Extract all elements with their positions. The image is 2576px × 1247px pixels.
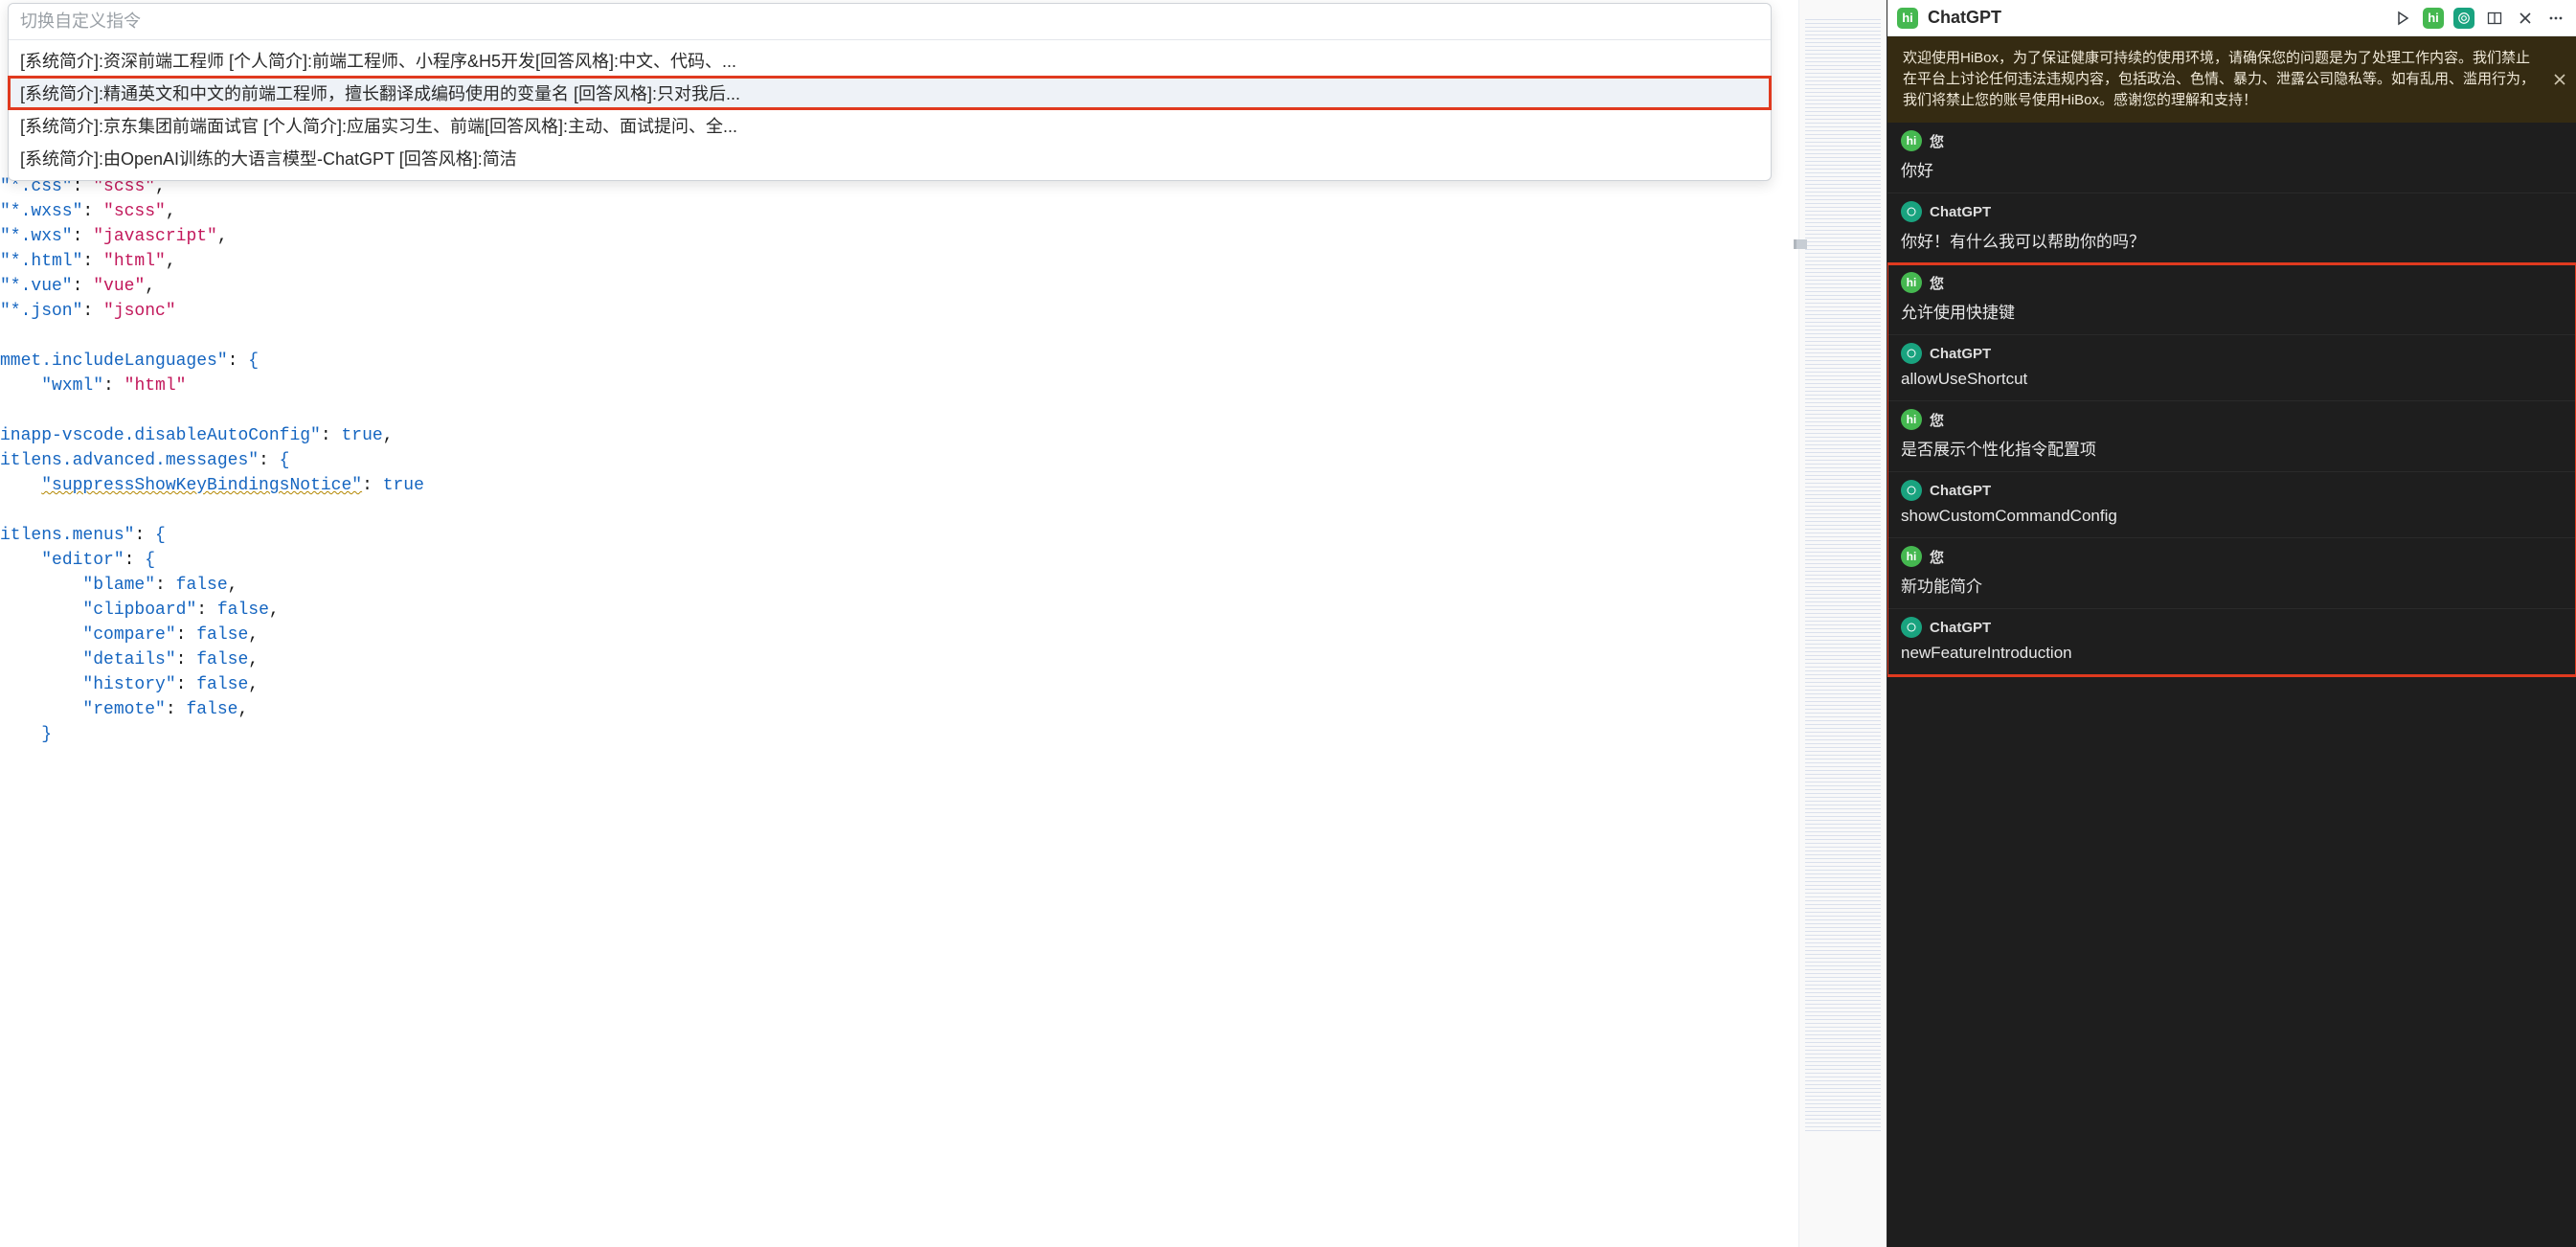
- message-header: hi 您: [1901, 546, 2563, 567]
- user-message: hi 您新功能简介: [1887, 538, 2576, 609]
- code-line: [0, 398, 1798, 423]
- code-line: [0, 324, 1798, 349]
- code-line: "wxml": "html": [0, 374, 1798, 398]
- code-content: "*.css": "scss","*.wxss": "scss","*.wxs"…: [0, 174, 1798, 747]
- user-message: hi 您是否展示个性化指令配置项: [1887, 401, 2576, 472]
- user-message: hi 您你好: [1887, 123, 2576, 193]
- message-header: hi 您: [1901, 409, 2563, 430]
- code-line: "blame": false,: [0, 573, 1798, 598]
- user-avatar-icon: hi: [1901, 130, 1922, 151]
- code-line: "suppressShowKeyBindingsNotice": true: [0, 473, 1798, 498]
- message-sender: 您: [1930, 410, 1944, 430]
- code-line: "editor": {: [0, 548, 1798, 573]
- chat-message-list[interactable]: hi您你好ChatGPT你好！有什么我可以帮助你的吗？hi您允许使用快捷键Cha…: [1887, 123, 2576, 1247]
- gpt-message: ChatGPT 你好！有什么我可以帮助你的吗？: [1887, 193, 2576, 264]
- hibox-badge-text: hi: [2428, 11, 2439, 25]
- dropdown-item[interactable]: [系统简介]:由OpenAI训练的大语言模型-ChatGPT [回答风格]:简洁: [9, 142, 1771, 174]
- user-message: hi 您允许使用快捷键: [1887, 264, 2576, 335]
- more-icon[interactable]: [2545, 8, 2566, 29]
- dropdown-item[interactable]: [系统简介]:精通英文和中文的前端工程师，擅长翻译成编码使用的变量名 [回答风格…: [9, 77, 1771, 109]
- message-body: 你好！有什么我可以帮助你的吗？: [1901, 228, 2563, 252]
- gpt-avatar-icon: [1901, 480, 1922, 501]
- message-header: hi 您: [1901, 130, 2563, 151]
- message-header: ChatGPT: [1901, 343, 2563, 364]
- message-header: ChatGPT: [1901, 617, 2563, 638]
- user-avatar-icon: hi: [1901, 409, 1922, 430]
- dropdown-item[interactable]: [系统简介]:资深前端工程师 [个人简介]:前端工程师、小程序&H5开发[回答风…: [9, 44, 1771, 77]
- chat-notice-text: 欢迎使用HiBox，为了保证健康可持续的使用环境，请确保您的问题是为了处理工作内…: [1903, 50, 2535, 108]
- code-line: inapp-vscode.disableAutoConfig": true,: [0, 423, 1798, 448]
- hibox-badge-icon[interactable]: hi: [2423, 8, 2444, 29]
- code-line: "history": false,: [0, 672, 1798, 697]
- highlighted-conversation: hi您允许使用快捷键ChatGPTallowUseShortcuthi您是否展示…: [1887, 264, 2576, 675]
- code-line: [0, 498, 1798, 523]
- code-line: itlens.menus": {: [0, 523, 1798, 548]
- message-sender: ChatGPT: [1930, 346, 1991, 362]
- message-sender: ChatGPT: [1930, 483, 1991, 499]
- minimap-preview: [1805, 19, 1881, 1132]
- message-sender: ChatGPT: [1930, 204, 1991, 220]
- code-line: "clipboard": false,: [0, 598, 1798, 623]
- code-line: "compare": false,: [0, 623, 1798, 647]
- chat-title: ChatGPT: [1928, 8, 2383, 28]
- chat-header: hi ChatGPT hi: [1887, 0, 2576, 36]
- notice-close-icon[interactable]: [2553, 73, 2566, 86]
- message-body: showCustomCommandConfig: [1901, 507, 2563, 526]
- chat-panel: hi ChatGPT hi 欢迎使用HiBox，为了保证健康可持续的使用环境，请…: [1887, 0, 2576, 1247]
- code-line: "*.html": "html",: [0, 249, 1798, 274]
- custom-instruction-input[interactable]: [9, 4, 1771, 40]
- gpt-message: ChatGPT showCustomCommandConfig: [1887, 472, 2576, 538]
- gpt-avatar-icon: [1901, 617, 1922, 638]
- split-panel-icon[interactable]: [2484, 8, 2505, 29]
- editor-pane: [系统简介]:资深前端工程师 [个人简介]:前端工程师、小程序&H5开发[回答风…: [0, 0, 1887, 1247]
- code-line: "remote": false,: [0, 697, 1798, 722]
- message-sender: 您: [1930, 547, 1944, 567]
- minimap[interactable]: [1798, 0, 1887, 1247]
- message-sender: 您: [1930, 273, 1944, 293]
- dropdown-item[interactable]: [系统简介]:京东集团前端面试官 [个人简介]:应届实习生、前端[回答风格]:主…: [9, 109, 1771, 142]
- openai-icon[interactable]: [2453, 8, 2474, 29]
- message-header: ChatGPT: [1901, 480, 2563, 501]
- code-line: "*.wxss": "scss",: [0, 199, 1798, 224]
- code-line: "*.json": "jsonc": [0, 299, 1798, 324]
- code-line: }: [0, 722, 1798, 747]
- chat-notice: 欢迎使用HiBox，为了保证健康可持续的使用环境，请确保您的问题是为了处理工作内…: [1887, 36, 2576, 123]
- close-icon[interactable]: [2515, 8, 2536, 29]
- message-sender: ChatGPT: [1930, 620, 1991, 636]
- gpt-message: ChatGPT allowUseShortcut: [1887, 335, 2576, 401]
- custom-instruction-list: [系统简介]:资深前端工程师 [个人简介]:前端工程师、小程序&H5开发[回答风…: [9, 40, 1771, 180]
- message-body: 允许使用快捷键: [1901, 299, 2563, 323]
- gpt-avatar-icon: [1901, 343, 1922, 364]
- run-icon[interactable]: [2392, 8, 2413, 29]
- code-line: itlens.advanced.messages": {: [0, 448, 1798, 473]
- custom-instruction-dropdown: [系统简介]:资深前端工程师 [个人简介]:前端工程师、小程序&H5开发[回答风…: [8, 3, 1772, 181]
- gpt-message: ChatGPT newFeatureIntroduction: [1887, 609, 2576, 675]
- code-line: "details": false,: [0, 647, 1798, 672]
- message-body: allowUseShortcut: [1901, 370, 2563, 389]
- code-editor-area[interactable]: [系统简介]:资深前端工程师 [个人简介]:前端工程师、小程序&H5开发[回答风…: [0, 0, 1798, 1247]
- message-header: hi 您: [1901, 272, 2563, 293]
- user-avatar-icon: hi: [1901, 546, 1922, 567]
- message-body: 你好: [1901, 157, 2563, 181]
- code-line: "*.vue": "vue",: [0, 274, 1798, 299]
- hibox-logo-text: hi: [1902, 11, 1913, 25]
- message-body: 新功能简介: [1901, 573, 2563, 597]
- minimap-handle-icon[interactable]: [1794, 239, 1807, 249]
- user-avatar-icon: hi: [1901, 272, 1922, 293]
- message-body: 是否展示个性化指令配置项: [1901, 436, 2563, 460]
- gpt-avatar-icon: [1901, 201, 1922, 222]
- message-header: ChatGPT: [1901, 201, 2563, 222]
- message-body: newFeatureIntroduction: [1901, 644, 2563, 663]
- code-line: "*.wxs": "javascript",: [0, 224, 1798, 249]
- message-sender: 您: [1930, 131, 1944, 151]
- hibox-logo-icon: hi: [1897, 8, 1918, 29]
- code-line: mmet.includeLanguages": {: [0, 349, 1798, 374]
